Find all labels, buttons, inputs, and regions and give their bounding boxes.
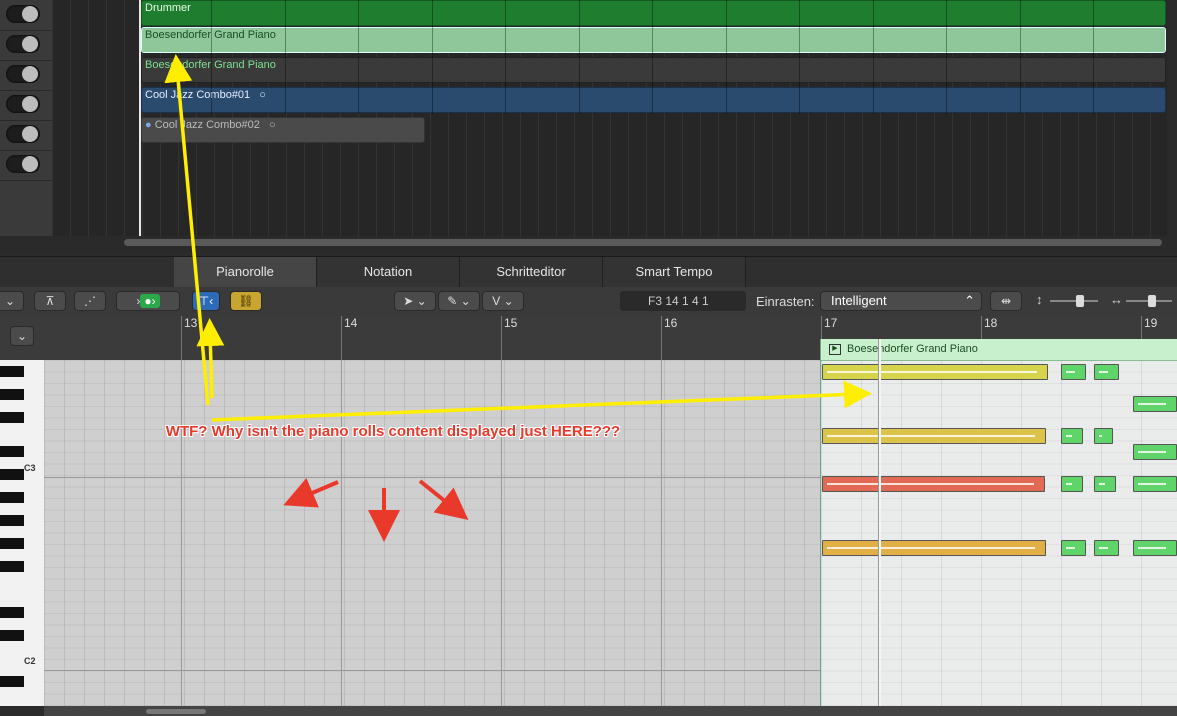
yellow-arrow-to-region	[211, 380, 872, 422]
annotation-text: WTF? Why isn't the piano rolls content d…	[165, 423, 621, 440]
annotation-arrows	[164, 54, 872, 542]
red-arrow-right	[418, 479, 469, 521]
red-arrow-left	[283, 478, 339, 508]
yellow-arrow-to-track	[164, 54, 210, 406]
yellow-arrow-to-tool	[196, 318, 225, 399]
